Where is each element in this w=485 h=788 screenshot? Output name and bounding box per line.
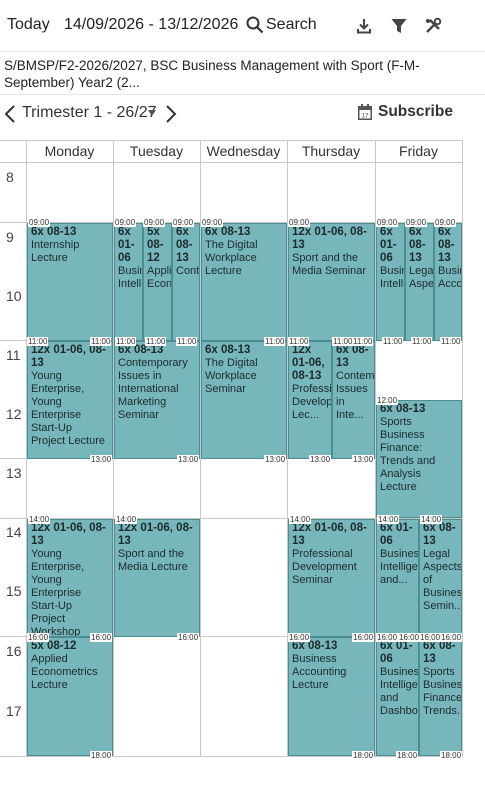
hour-label: 10 — [6, 288, 22, 304]
event-start-time: 14:00 — [28, 515, 51, 524]
event-end-time: 16:00 — [90, 633, 113, 642]
event-start-time: 11:00 — [332, 337, 354, 346]
event-start-time: 09:00 — [143, 218, 166, 227]
day-header-monday: Monday — [44, 143, 95, 159]
event-end-time: 11:00 — [411, 337, 433, 346]
event-block[interactable]: 6x 01-06Business Intelligence and... — [376, 519, 419, 637]
event-block[interactable]: 12x 01-06, 08-13 Sport and the Media Semi… — [288, 223, 375, 341]
event-start-time: 12:00 — [376, 396, 399, 405]
hour-label: 12 — [6, 406, 22, 422]
hour-label: 11 — [6, 347, 21, 363]
event-end-time: 11:00 — [382, 337, 404, 346]
event-end-time: 18:00 — [90, 751, 113, 760]
event-end-time: 11:00 — [440, 337, 462, 346]
event-start-time: 14:00 — [115, 515, 138, 524]
event-start-time: 09:00 — [114, 218, 137, 227]
event-start-time: 09:00 — [172, 218, 195, 227]
hour-label: 8 — [6, 169, 14, 185]
hour-label: 14 — [6, 524, 22, 540]
event-block[interactable]: 12x 01-06, 08-13Professional Development… — [288, 341, 332, 459]
event-block[interactable]: 5x 08-12Applied Econom... — [143, 223, 172, 341]
prev-arrow-icon[interactable] — [3, 104, 17, 124]
hour-label: 13 — [6, 465, 22, 481]
event-start-time: 09:00 — [405, 218, 428, 227]
subscribe-button[interactable]: Subscribe — [378, 103, 453, 121]
day-header-wednesday: Wednesday — [206, 143, 281, 159]
event-start-time: 16:00 — [419, 633, 442, 642]
search-button[interactable]: Search — [266, 16, 317, 34]
event-start-time: 09:00 — [28, 218, 51, 227]
event-end-time: 11:00 — [176, 337, 198, 346]
event-block[interactable]: 12x 01-06, 08-13 Young Enterprise, Young … — [27, 341, 113, 459]
event-block[interactable]: 12x 01-06, 08-13Professional Development… — [288, 519, 375, 637]
event-block[interactable]: 6x 01-06Business Intellige... — [114, 223, 143, 341]
day-header-tuesday: Tuesday — [129, 143, 184, 159]
term-selector[interactable]: Trimester 1 - 26/27 — [22, 104, 157, 122]
event-block[interactable]: 6x 08-13Contemporary... — [172, 223, 200, 341]
event-end-time: 13:00 — [352, 455, 375, 464]
calendar-icon[interactable]: 17 — [357, 104, 373, 121]
day-header-friday: Friday — [399, 143, 438, 159]
event-start-time: 16:00 — [27, 633, 50, 642]
event-end-time: 13:00 — [264, 455, 287, 464]
hour-label: 9 — [6, 229, 14, 245]
event-block[interactable]: 6x 08-13 Contemporary Issues in Internati… — [114, 341, 200, 459]
event-end-time: 18:00 — [352, 751, 375, 760]
event-end-time: 18:00 — [440, 751, 463, 760]
event-block[interactable]: 6x 01-06Business Intelligence and Dashbo… — [376, 637, 419, 756]
event-block[interactable]: 6x 08-13 Internship Lecture — [27, 223, 113, 341]
event-block[interactable]: 6x 08-13Sports Business Finance: Trends.… — [419, 637, 462, 756]
event-start-time: 14:00 — [377, 515, 400, 524]
hour-label: 15 — [6, 583, 22, 599]
event-end-time: 11:00 — [145, 337, 167, 346]
course-title: S/BMSP/F2-2026/2027, BSC Business Manage… — [0, 54, 485, 95]
event-block[interactable]: 12x 01-06, 08-13 Young Enterprise, Young … — [27, 519, 113, 637]
event-start-time: 14:00 — [420, 515, 443, 524]
event-block[interactable]: 6x 01-06Business Intellige... — [376, 223, 405, 341]
hour-label: 17 — [6, 703, 22, 719]
event-end-time: 16:00 — [352, 633, 375, 642]
event-start-time: 09:00 — [434, 218, 457, 227]
event-block[interactable]: 6x 08-13 The Digital Workplace Seminar — [201, 341, 287, 459]
event-start-time: 11:00 — [288, 337, 310, 346]
event-block[interactable]: 6x 08-13Business Accounti... — [434, 223, 462, 341]
event-block[interactable]: 6x 08-13Contemporary Issues in Inte... — [332, 341, 375, 459]
event-block[interactable]: 6x 08-13 The Digital Workplace Lecture — [201, 223, 287, 341]
filter-icon[interactable] — [390, 17, 408, 35]
event-end-time: 18:00 — [396, 751, 419, 760]
date-range[interactable]: 14/09/2026 - 13/12/2026 — [64, 16, 238, 34]
event-end-time: 13:00 — [177, 455, 200, 464]
event-start-time: 16:00 — [288, 633, 311, 642]
event-block[interactable]: 6x 08-13 Sports Business Finance: Trends … — [376, 400, 462, 518]
event-start-time: 16:00 — [376, 633, 399, 642]
event-block[interactable]: 6x 08-13 Business Accounting Lecture — [288, 637, 375, 756]
svg-text:17: 17 — [361, 113, 369, 120]
event-end-time: 11:00 — [27, 337, 49, 346]
event-end-time: 11:00 — [264, 337, 286, 346]
event-end-time: 16:00 — [440, 633, 463, 642]
event-end-time: 16:00 — [177, 633, 200, 642]
event-end-time: 13:00 — [90, 455, 113, 464]
event-start-time: 14:00 — [289, 515, 312, 524]
event-start-time: 09:00 — [288, 218, 311, 227]
event-block[interactable]: 12x 01-06, 08-13 Sport and the Media Lect… — [114, 519, 200, 637]
event-start-time: 11:00 — [115, 337, 137, 346]
event-end-time: 13:00 — [309, 455, 332, 464]
event-block[interactable]: 6x 08-13Legal Aspects... — [405, 223, 434, 341]
event-start-time: 09:00 — [376, 218, 399, 227]
download-icon[interactable] — [355, 17, 373, 35]
day-header-thursday: Thursday — [301, 143, 361, 159]
tools-icon[interactable] — [424, 17, 442, 35]
event-end-time: 11:00 — [352, 337, 374, 346]
event-end-time: 16:00 — [398, 633, 421, 642]
today-button[interactable]: Today — [7, 16, 50, 34]
chevron-down-icon[interactable] — [148, 110, 156, 116]
event-block[interactable]: 5x 08-12 Applied Econometrics Lecture — [27, 637, 113, 756]
event-start-time: 09:00 — [201, 218, 224, 227]
event-end-time: 11:00 — [90, 337, 112, 346]
next-arrow-icon[interactable] — [164, 104, 178, 124]
hour-label: 16 — [6, 643, 22, 659]
search-icon[interactable] — [246, 16, 264, 34]
event-block[interactable]: 6x 08-13Legal Aspects of Business Semin.… — [419, 519, 462, 637]
